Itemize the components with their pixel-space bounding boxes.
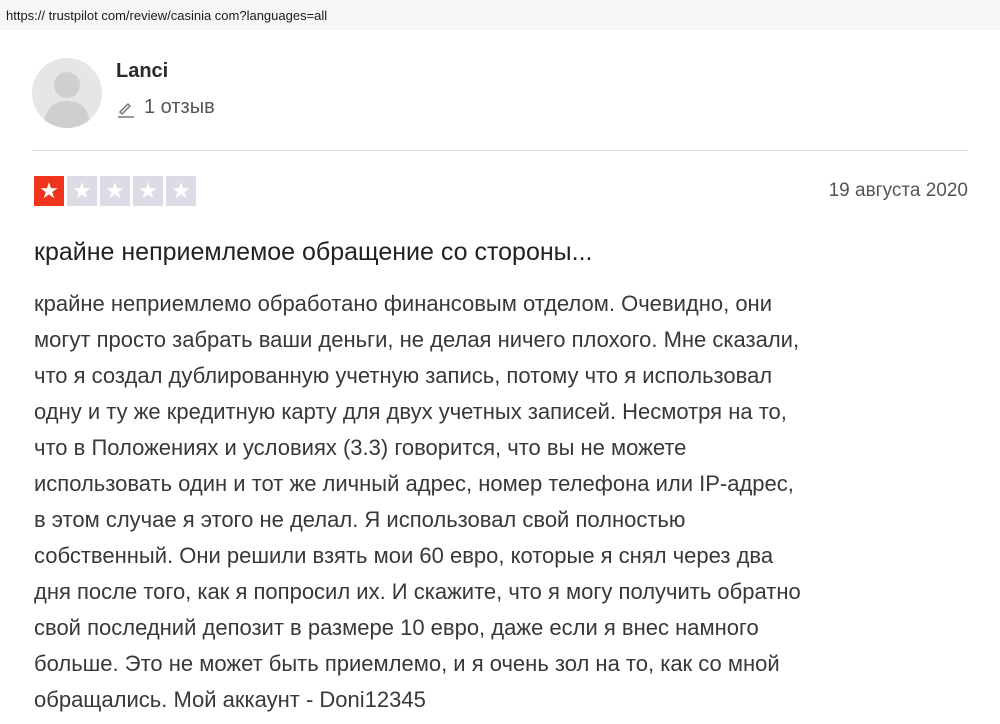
star-rating: ★ ★ ★ ★ ★ xyxy=(34,176,196,206)
address-bar-url[interactable]: https:// trustpilot com/review/casinia c… xyxy=(6,8,327,23)
divider xyxy=(32,150,968,151)
star-icon: ★ xyxy=(166,176,196,206)
user-silhouette-icon xyxy=(44,72,90,128)
review-title[interactable]: крайне неприемлемое обращение со стороны… xyxy=(34,238,592,267)
reviewer-name[interactable]: Lanci xyxy=(116,60,168,83)
review-count-label: 1 отзыв xyxy=(144,96,215,118)
star-icon: ★ xyxy=(100,176,130,206)
review-card: Lanci 1 отзыв ★ ★ ★ ★ ★ 19 августа 2020 … xyxy=(0,30,1000,724)
avatar[interactable] xyxy=(32,58,102,128)
reviewer-review-count: 1 отзыв xyxy=(116,96,215,119)
review-date: 19 августа 2020 xyxy=(828,180,968,201)
star-icon: ★ xyxy=(67,176,97,206)
address-bar[interactable]: https:// trustpilot com/review/casinia c… xyxy=(0,0,1000,30)
star-icon: ★ xyxy=(133,176,163,206)
pencil-icon xyxy=(118,102,134,118)
review-body: крайне неприемлемо обработано финансовым… xyxy=(34,291,801,712)
star-icon: ★ xyxy=(34,176,64,206)
